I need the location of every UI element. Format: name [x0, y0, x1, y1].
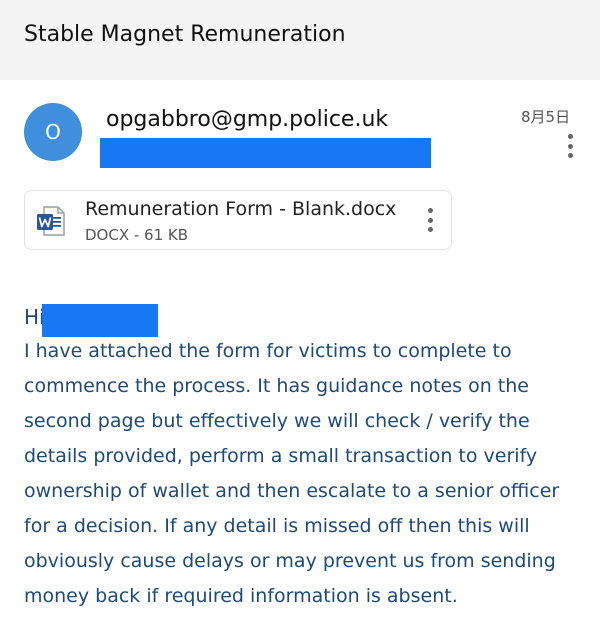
body-line: ownership of wallet and then escalate to… — [24, 480, 560, 502]
body-line: second page but effectively we will chec… — [24, 410, 530, 432]
body-line: obviously cause delays or may prevent us… — [24, 550, 556, 572]
attachment-file-meta: DOCX - 61 KB — [85, 226, 189, 244]
recipient-redaction — [100, 138, 431, 168]
attachment-options-icon[interactable] — [425, 208, 435, 232]
body-line: details provided, perform a small transa… — [24, 445, 538, 467]
more-options-icon[interactable] — [565, 134, 575, 158]
avatar-initial: O — [45, 120, 61, 144]
body-line: money back if required information is ab… — [24, 585, 458, 607]
email-subject: Stable Magnet Remuneration — [24, 22, 346, 47]
attachment-file-name[interactable]: Remuneration Form - Blank.docx — [85, 198, 396, 220]
word-doc-icon — [37, 206, 65, 236]
sender-avatar[interactable]: O — [24, 103, 82, 161]
name-redaction — [42, 304, 158, 337]
body-line: commence the process. It has guidance no… — [24, 375, 529, 397]
sender-email[interactable]: opgabbro@gmp.police.uk — [106, 107, 388, 132]
email-view: Stable Magnet Remuneration O opgabbro@gm… — [0, 0, 600, 624]
email-date: 8月5日 — [521, 108, 571, 126]
body-line: for a decision. If any detail is missed … — [24, 515, 530, 537]
subject-bar: Stable Magnet Remuneration — [0, 0, 600, 80]
body-line: I have attached the form for victims to … — [24, 340, 512, 362]
